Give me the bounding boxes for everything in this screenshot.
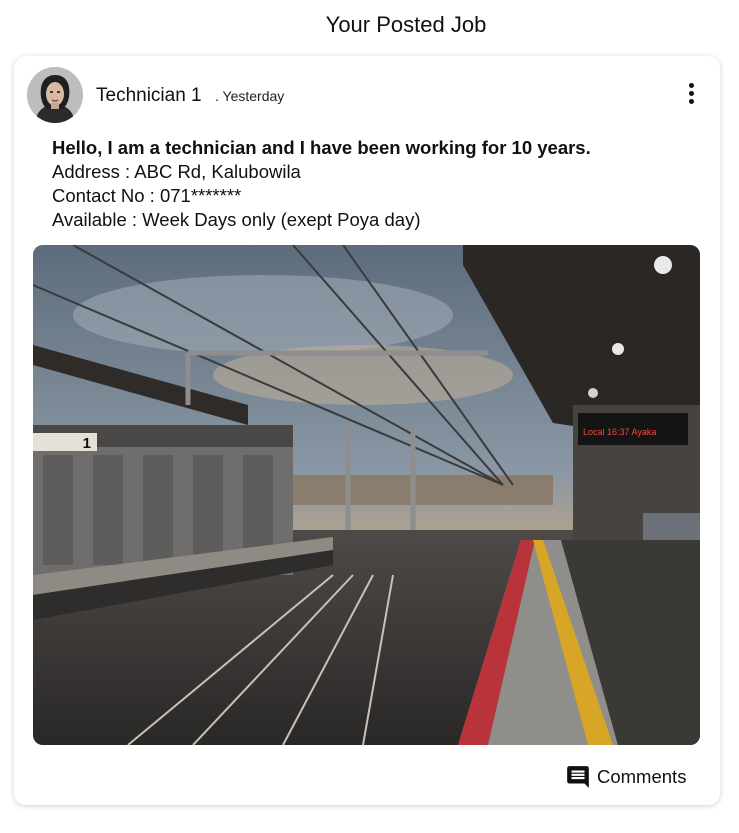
post-timestamp: . Yesterday xyxy=(215,88,285,104)
train-station-photo: 1 Local 16:37 Ayaka xyxy=(33,245,700,745)
post-photo[interactable]: 1 Local 16:37 Ayaka xyxy=(33,245,700,745)
more-options-button[interactable] xyxy=(678,78,704,108)
avatar-portrait xyxy=(27,67,83,123)
comments-label: Comments xyxy=(597,766,687,787)
post-body: Hello, I am a technician and I have been… xyxy=(52,136,591,232)
comments-button[interactable]: Comments xyxy=(565,764,686,790)
post-availability: Available : Week Days only (exept Poya d… xyxy=(52,209,421,230)
job-post-card: Technician 1 . Yesterday Hello, I am a t… xyxy=(14,56,720,805)
more-vertical-icon xyxy=(688,82,694,88)
post-headline: Hello, I am a technician and I have been… xyxy=(52,137,591,158)
platform-number-sign: 1 xyxy=(83,435,91,452)
author-name[interactable]: Technician 1 xyxy=(96,85,202,107)
post-contact: Contact No : 071******* xyxy=(52,185,242,206)
page-title: Your Posted Job xyxy=(325,12,487,37)
post-address: Address : ABC Rd, Kalubowila xyxy=(52,161,301,182)
avatar[interactable] xyxy=(27,67,83,123)
departure-board-text: Local 16:37 Ayaka xyxy=(583,427,656,437)
comment-icon xyxy=(567,766,589,788)
